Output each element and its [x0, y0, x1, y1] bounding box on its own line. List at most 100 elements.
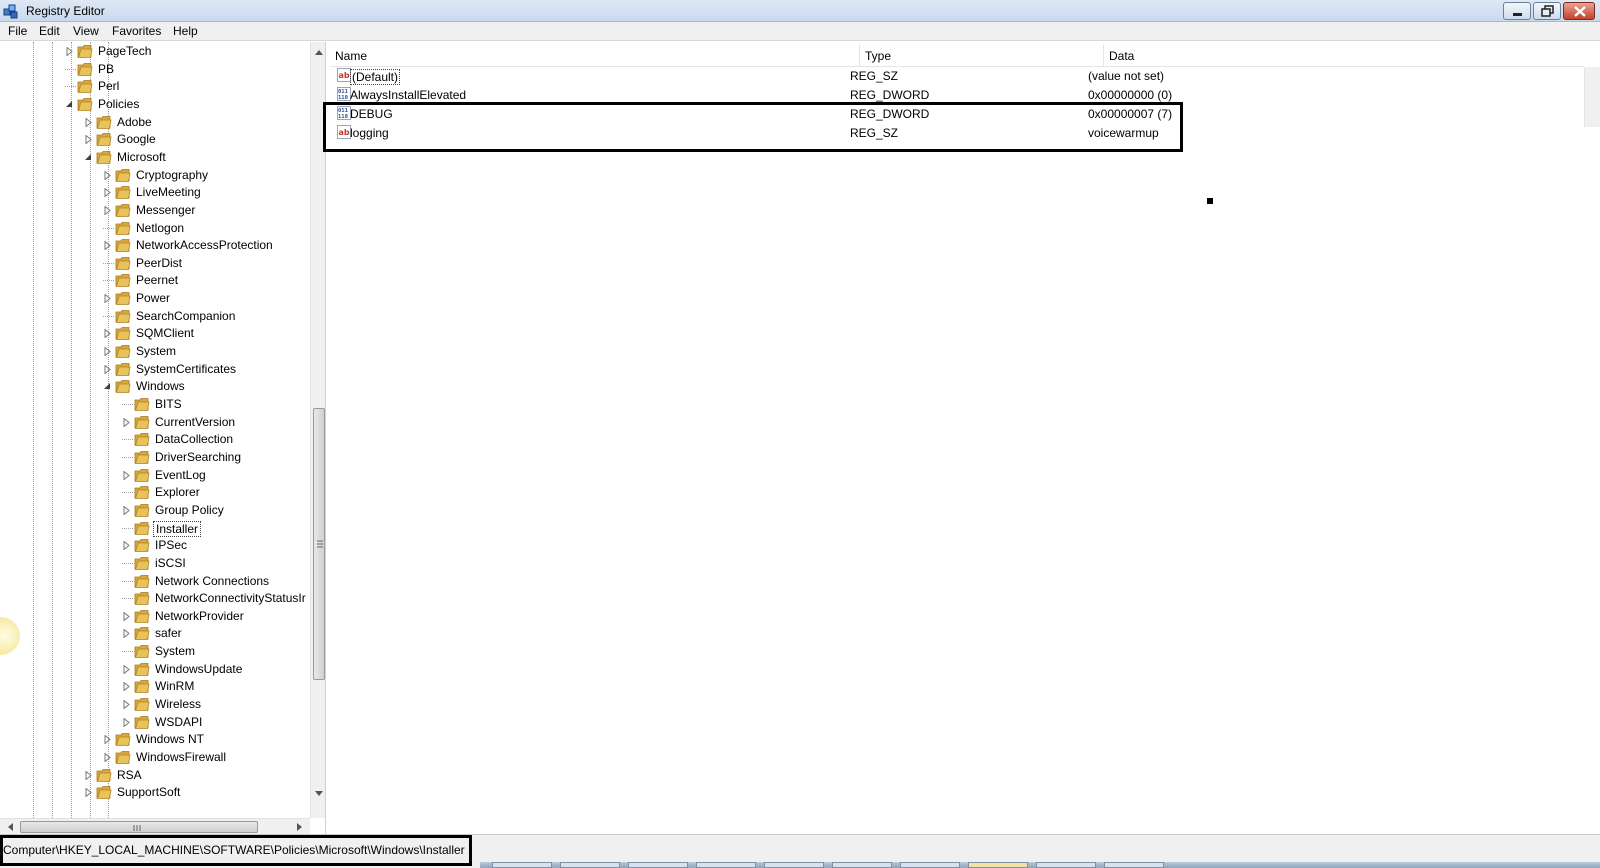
- tree-item[interactable]: SupportSoft: [84, 784, 325, 801]
- collapsed-triangle-icon[interactable]: [84, 788, 93, 798]
- tree-item[interactable]: Wireless: [122, 696, 325, 713]
- tree-item[interactable]: Messenger: [103, 202, 325, 219]
- tree-item[interactable]: Peernet: [103, 272, 325, 289]
- tree-item[interactable]: System: [103, 343, 325, 360]
- tree-vertical-scroll-thumb[interactable]: [313, 408, 325, 680]
- expanded-triangle-icon[interactable]: [84, 153, 93, 162]
- collapsed-triangle-icon[interactable]: [122, 611, 131, 621]
- column-header-name[interactable]: Name: [330, 45, 860, 67]
- tree-item[interactable]: Power: [103, 290, 325, 307]
- collapsed-triangle-icon[interactable]: [103, 735, 112, 745]
- tree-item[interactable]: Group Policy: [122, 502, 325, 519]
- collapsed-triangle-icon[interactable]: [103, 170, 112, 180]
- tree-item[interactable]: Netlogon: [103, 220, 325, 237]
- menu-file[interactable]: File: [6, 24, 29, 38]
- tree-item[interactable]: WSDAPI: [122, 714, 325, 731]
- taskbar-button[interactable]: [900, 862, 960, 868]
- tree-item[interactable]: safer: [122, 625, 325, 642]
- collapsed-triangle-icon[interactable]: [84, 117, 93, 127]
- tree-item[interactable]: Installer: [122, 520, 325, 537]
- values-list-pane[interactable]: Name Type Data ab (Default) REG_SZ (valu…: [323, 42, 1600, 834]
- tree-item[interactable]: Google: [84, 131, 325, 148]
- collapsed-triangle-icon[interactable]: [122, 682, 131, 692]
- list-vertical-scrollbar[interactable]: [1584, 67, 1600, 127]
- tree-item[interactable]: NetworkProvider: [122, 608, 325, 625]
- menu-help[interactable]: Help: [171, 24, 200, 38]
- tree-horizontal-scroll-thumb[interactable]: [20, 821, 258, 833]
- tree-item[interactable]: CurrentVersion: [122, 414, 325, 431]
- menu-edit[interactable]: Edit: [37, 24, 62, 38]
- menu-favorites[interactable]: Favorites: [110, 24, 163, 38]
- collapsed-triangle-icon[interactable]: [122, 664, 131, 674]
- collapsed-triangle-icon[interactable]: [103, 364, 112, 374]
- expanded-triangle-icon[interactable]: [103, 382, 112, 391]
- collapsed-triangle-icon[interactable]: [103, 294, 112, 304]
- tree-item[interactable]: EventLog: [122, 467, 325, 484]
- collapsed-triangle-icon[interactable]: [84, 770, 93, 780]
- tree-vertical-scrollbar[interactable]: [310, 42, 326, 818]
- tree-item[interactable]: DriverSearching: [122, 449, 325, 466]
- collapsed-triangle-icon[interactable]: [103, 188, 112, 198]
- tree-item[interactable]: PageTech: [65, 43, 325, 60]
- collapsed-triangle-icon[interactable]: [103, 241, 112, 251]
- taskbar-button[interactable]: [764, 862, 824, 868]
- collapsed-triangle-icon[interactable]: [103, 347, 112, 357]
- title-bar[interactable]: Registry Editor: [0, 0, 1600, 22]
- tree-item[interactable]: WindowsUpdate: [122, 661, 325, 678]
- taskbar-button[interactable]: [560, 862, 620, 868]
- taskbar-button[interactable]: [696, 862, 756, 868]
- menu-view[interactable]: View: [71, 24, 101, 38]
- tree-item[interactable]: WindowsFirewall: [103, 749, 325, 766]
- taskbar-button[interactable]: [1036, 862, 1096, 868]
- restore-button[interactable]: [1533, 2, 1561, 20]
- tree-item[interactable]: SystemCertificates: [103, 361, 325, 378]
- tree-item[interactable]: Explorer: [122, 484, 325, 501]
- collapsed-triangle-icon[interactable]: [84, 135, 93, 145]
- collapsed-triangle-icon[interactable]: [122, 700, 131, 710]
- tree-item[interactable]: Cryptography: [103, 167, 325, 184]
- tree-item[interactable]: DataCollection: [122, 431, 325, 448]
- tree-item[interactable]: Windows: [103, 378, 325, 395]
- close-button[interactable]: [1563, 2, 1595, 20]
- collapsed-triangle-icon[interactable]: [122, 629, 131, 639]
- taskbar-button[interactable]: [492, 862, 552, 868]
- tree-item[interactable]: SQMClient: [103, 325, 325, 342]
- tree-item[interactable]: PB: [65, 61, 325, 78]
- expanded-triangle-icon[interactable]: [65, 100, 74, 109]
- collapsed-triangle-icon[interactable]: [122, 505, 131, 515]
- tree-item[interactable]: BITS: [122, 396, 325, 413]
- collapsed-triangle-icon[interactable]: [122, 470, 131, 480]
- collapsed-triangle-icon[interactable]: [122, 717, 131, 727]
- column-header-type[interactable]: Type: [860, 45, 1104, 67]
- tree-item[interactable]: Perl: [65, 78, 325, 95]
- collapsed-triangle-icon[interactable]: [122, 541, 131, 551]
- tree-item[interactable]: SearchCompanion: [103, 308, 325, 325]
- scroll-left-icon[interactable]: [2, 819, 18, 834]
- collapsed-triangle-icon[interactable]: [65, 47, 74, 56]
- collapsed-triangle-icon[interactable]: [103, 329, 112, 339]
- minimize-button[interactable]: [1503, 2, 1531, 20]
- scroll-down-icon[interactable]: [311, 786, 326, 802]
- tree-item[interactable]: Network Connections: [122, 573, 325, 590]
- tree-item[interactable]: Adobe: [84, 114, 325, 131]
- collapsed-triangle-icon[interactable]: [103, 753, 112, 762]
- tree-item[interactable]: iSCSI: [122, 555, 325, 572]
- collapsed-triangle-icon[interactable]: [122, 417, 131, 427]
- collapsed-triangle-icon[interactable]: [103, 205, 112, 215]
- column-header-data[interactable]: Data: [1104, 45, 1584, 67]
- scroll-up-icon[interactable]: [311, 44, 326, 60]
- tree-item[interactable]: NetworkConnectivityStatusIr: [122, 590, 325, 607]
- taskbar-button[interactable]: [832, 862, 892, 868]
- tree-item[interactable]: IPSec: [122, 537, 325, 554]
- tree-item[interactable]: Policies: [65, 96, 325, 113]
- tree-item[interactable]: LiveMeeting: [103, 184, 325, 201]
- tree-horizontal-scrollbar[interactable]: [0, 818, 310, 834]
- taskbar-button[interactable]: [1104, 862, 1164, 868]
- tree-item[interactable]: NetworkAccessProtection: [103, 237, 325, 254]
- scroll-right-icon[interactable]: [292, 819, 308, 834]
- tree-item[interactable]: System: [122, 643, 325, 660]
- tree-item[interactable]: RSA: [84, 767, 325, 784]
- taskbar-button[interactable]: [968, 862, 1028, 868]
- value-row[interactable]: ab (Default) REG_SZ (value not set): [330, 66, 1570, 85]
- tree-item[interactable]: Microsoft: [84, 149, 325, 166]
